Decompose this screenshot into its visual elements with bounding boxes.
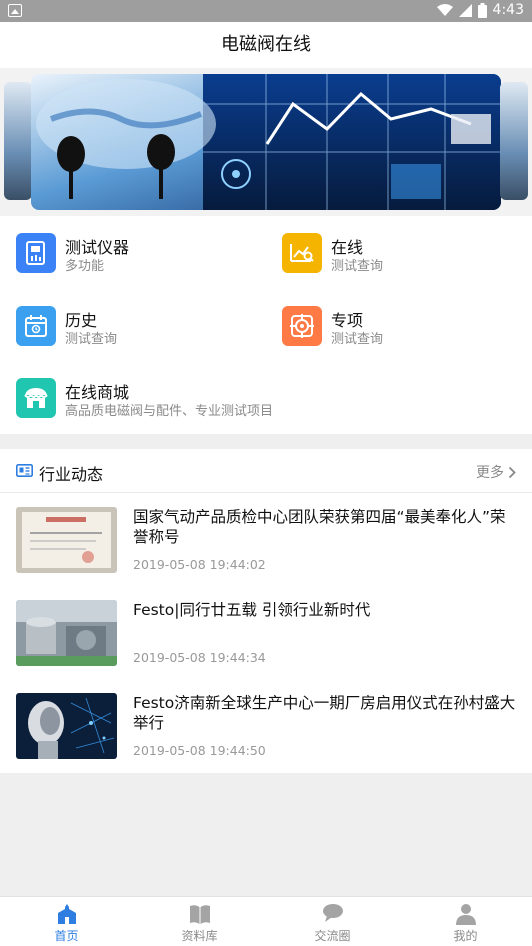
target-icon (282, 306, 322, 346)
func-subtitle: 测试查询 (65, 332, 118, 347)
page-title: 电磁阀在线 (0, 22, 532, 68)
tab-label: 资料库 (181, 929, 218, 943)
book-icon (189, 905, 210, 924)
certificate-photo (16, 507, 117, 573)
chat-icon (322, 904, 343, 922)
article-time: 2019-05-08 19:44:02 (133, 557, 266, 572)
news-item[interactable]: Festo济南新全球生产中心一期厂房启用仪式在孙村盛大举行 2019-05-08… (0, 693, 532, 781)
article-title: 国家气动产品质检中心团队荣获第四届“最美奉化人”荣誉称号 (133, 508, 506, 546)
tab-profile[interactable]: 我的 (399, 897, 532, 946)
function-grid: 测试仪器 多功能 在线 测试查询 历史 测试查询 专项 测试查询 在线商城 高品… (0, 216, 532, 434)
section-title: 行业动态 (39, 465, 104, 484)
newspaper-icon (16, 464, 33, 477)
status-icons: 4:43 (436, 2, 524, 18)
battery-icon (477, 2, 487, 18)
news-item[interactable]: 国家气动产品质检中心团队荣获第四届“最美奉化人”荣誉称号 2019-05-08 … (0, 507, 532, 595)
news-header: 行业动态 更多 (0, 449, 532, 493)
wifi-icon (436, 3, 453, 16)
banner-next-slide[interactable] (500, 82, 528, 200)
chevron-right-icon (508, 466, 516, 478)
news-item[interactable]: Festo|同行廿五载 引领行业新时代 2019-05-08 19:44:34 (0, 600, 532, 688)
tab-community[interactable]: 交流圈 (266, 897, 399, 946)
article-title: Festo济南新全球生产中心一期厂房启用仪式在孙村盛大举行 (133, 694, 516, 732)
notification-image-icon (8, 4, 22, 17)
tab-label: 首页 (54, 929, 79, 943)
instrument-icon (16, 233, 56, 273)
article-title: Festo|同行廿五载 引领行业新时代 (133, 601, 371, 619)
tab-label: 我的 (453, 929, 478, 943)
home-icon (57, 904, 76, 924)
func-subtitle: 测试查询 (331, 332, 384, 347)
func-subtitle: 多功能 (65, 259, 105, 274)
chart-search-icon (282, 233, 322, 273)
tab-label: 交流圈 (314, 929, 351, 943)
calendar-icon (16, 306, 56, 346)
banner-image[interactable] (31, 74, 501, 210)
news-section: 行业动态 更多 国家气动产品质检中心团队荣获第四届“最美奉化人”荣誉称号 201… (0, 449, 532, 773)
status-time: 4:43 (492, 2, 524, 18)
factory-photo (16, 600, 117, 666)
bottom-tab-bar: 首页 资料库 交流圈 我的 (0, 896, 532, 946)
article-time: 2019-05-08 19:44:50 (133, 743, 266, 758)
article-time: 2019-05-08 19:44:34 (133, 650, 266, 665)
func-subtitle: 测试查询 (331, 259, 384, 274)
user-icon (455, 904, 476, 925)
func-subtitle: 高品质电磁阀与配件、专业测试项目 (65, 404, 274, 419)
tab-home[interactable]: 首页 (0, 897, 133, 946)
banner-prev-slide[interactable] (4, 82, 32, 200)
cellular-icon (458, 3, 472, 17)
robot-photo (16, 693, 117, 759)
tab-library[interactable]: 资料库 (133, 897, 266, 946)
status-bar: 4:43 (0, 0, 532, 22)
more-label: 更多 (476, 465, 504, 481)
store-icon (16, 378, 56, 418)
more-link[interactable]: 更多 (476, 462, 516, 482)
banner-carousel[interactable] (0, 68, 532, 216)
